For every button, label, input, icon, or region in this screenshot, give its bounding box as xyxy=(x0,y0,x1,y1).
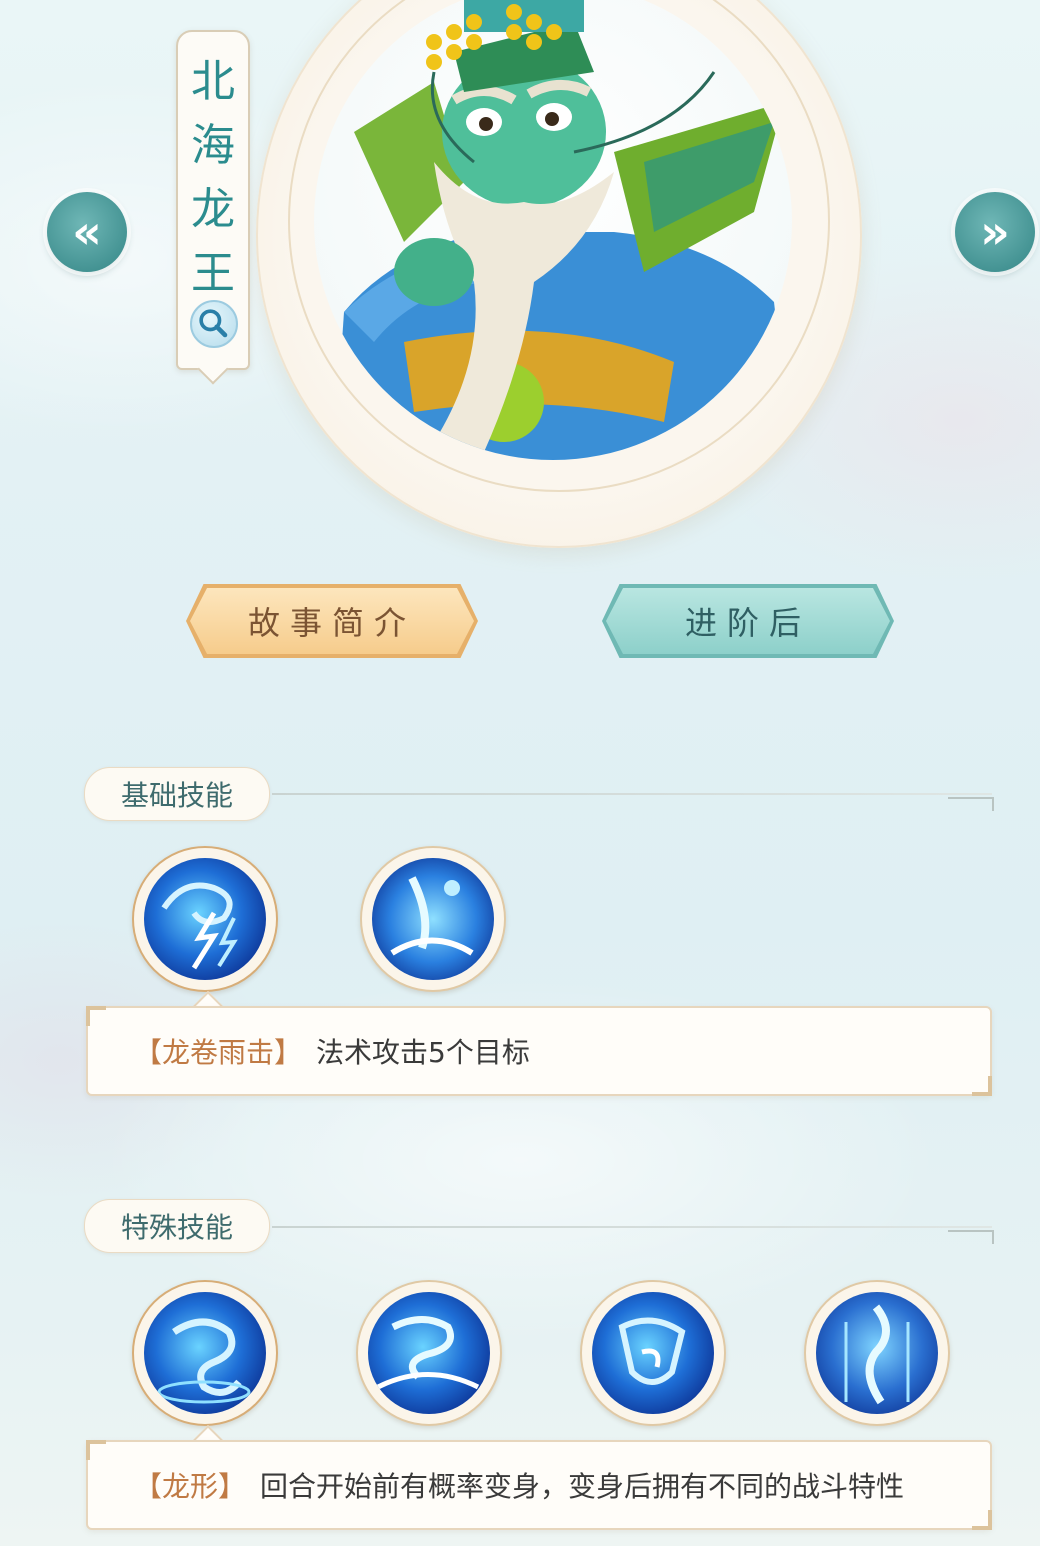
dragon-form-skill-icon[interactable] xyxy=(132,1280,278,1426)
divider-ornament xyxy=(948,1230,994,1244)
prev-glyph: « xyxy=(72,205,102,259)
section-divider xyxy=(272,1226,992,1228)
hero-portrait xyxy=(314,0,792,460)
hero-name-plate: 北海龙王 xyxy=(176,30,250,370)
hero-name: 北海龙王 xyxy=(191,56,235,299)
section-divider xyxy=(272,793,992,795)
special-skills-title: 特殊技能 xyxy=(84,1199,271,1253)
double-chevron-left-icon[interactable]: « xyxy=(47,192,127,272)
special-skills-header: 特殊技能 xyxy=(84,1198,271,1254)
search-icon[interactable] xyxy=(190,300,238,348)
special-skill-text: 回合开始前有概率变身，变身后拥有不同的战斗特性 xyxy=(260,1470,905,1503)
tab-story[interactable]: 故事简介 xyxy=(190,588,474,654)
basic-skill-description: 【龙卷雨击】 法术攻击5个目标 xyxy=(86,1006,992,1096)
basic-skills-title: 基础技能 xyxy=(84,767,271,821)
special-skill-description: 【龙形】 回合开始前有概率变身，变身后拥有不同的战斗特性 xyxy=(86,1440,992,1530)
double-chevron-right-icon[interactable]: » xyxy=(955,192,1035,272)
basic-skill-text: 法术攻击5个目标 xyxy=(316,1036,530,1069)
lightning-storm-skill-icon[interactable] xyxy=(132,846,278,992)
special-skill-name: 【龙形】 xyxy=(134,1470,247,1503)
divider-ornament xyxy=(948,797,994,811)
dragon-pillar-skill-icon[interactable] xyxy=(804,1280,950,1426)
next-glyph: » xyxy=(980,205,1010,259)
dragon-shield-skill-icon[interactable] xyxy=(580,1280,726,1426)
basic-skill-name: 【龙卷雨击】 xyxy=(134,1036,303,1069)
tab-advanced[interactable]: 进阶后 xyxy=(606,588,890,654)
dragon-wave-skill-icon[interactable] xyxy=(356,1280,502,1426)
water-splash-skill-icon[interactable] xyxy=(360,846,506,992)
basic-skills-header: 基础技能 xyxy=(84,766,271,822)
